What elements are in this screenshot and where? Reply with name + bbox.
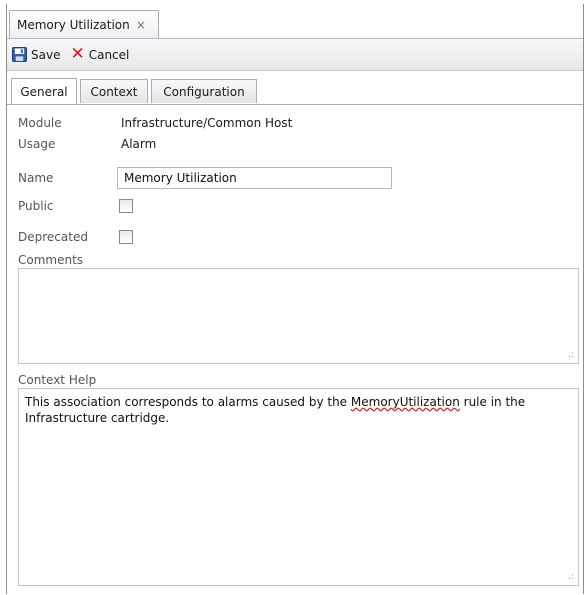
close-icon[interactable]: ×	[136, 18, 146, 32]
save-label: Save	[31, 47, 61, 62]
document-tab-memory-utilization[interactable]: Memory Utilization ×	[9, 10, 159, 38]
document-tab-title: Memory Utilization	[17, 17, 130, 32]
cancel-button[interactable]: ✕ Cancel	[70, 44, 130, 64]
tab-configuration[interactable]: Configuration	[151, 79, 257, 103]
context-help-misspelled-word: MemoryUtilization	[350, 395, 460, 409]
usage-value: Alarm	[121, 137, 157, 151]
name-input[interactable]	[117, 167, 392, 189]
module-label: Module	[18, 116, 62, 130]
context-help-label: Context Help	[18, 373, 97, 387]
deprecated-label: Deprecated	[18, 230, 88, 244]
comments-label: Comments	[18, 253, 84, 267]
tab-context[interactable]: Context	[80, 79, 148, 103]
module-value: Infrastructure/Common Host	[121, 116, 293, 130]
cancel-icon: ✕	[70, 44, 85, 64]
toolbar: Save ✕ Cancel	[7, 39, 583, 71]
deprecated-checkbox[interactable]	[119, 230, 133, 244]
public-label: Public	[18, 199, 54, 213]
usage-label: Usage	[18, 137, 56, 151]
save-button[interactable]: Save	[12, 47, 60, 62]
name-label: Name	[18, 171, 54, 185]
document-tab-strip: Memory Utilization ×	[7, 4, 583, 39]
resize-grip-icon[interactable]: .:	[568, 573, 574, 582]
tab-general[interactable]: General	[11, 78, 77, 104]
cancel-label: Cancel	[88, 47, 130, 62]
public-checkbox[interactable]	[119, 199, 133, 213]
comments-textarea[interactable]: .:	[18, 268, 579, 364]
editor-panel: Memory Utilization × Save ✕ Cancel Gener…	[6, 4, 584, 594]
save-icon	[12, 47, 27, 62]
context-help-textarea[interactable]: This association corresponds to alarms c…	[18, 388, 579, 586]
resize-grip-icon[interactable]: .:	[568, 351, 574, 360]
section-tabs: General Context Configuration	[7, 74, 583, 105]
context-help-text-before: This association corresponds to alarms c…	[25, 395, 351, 409]
